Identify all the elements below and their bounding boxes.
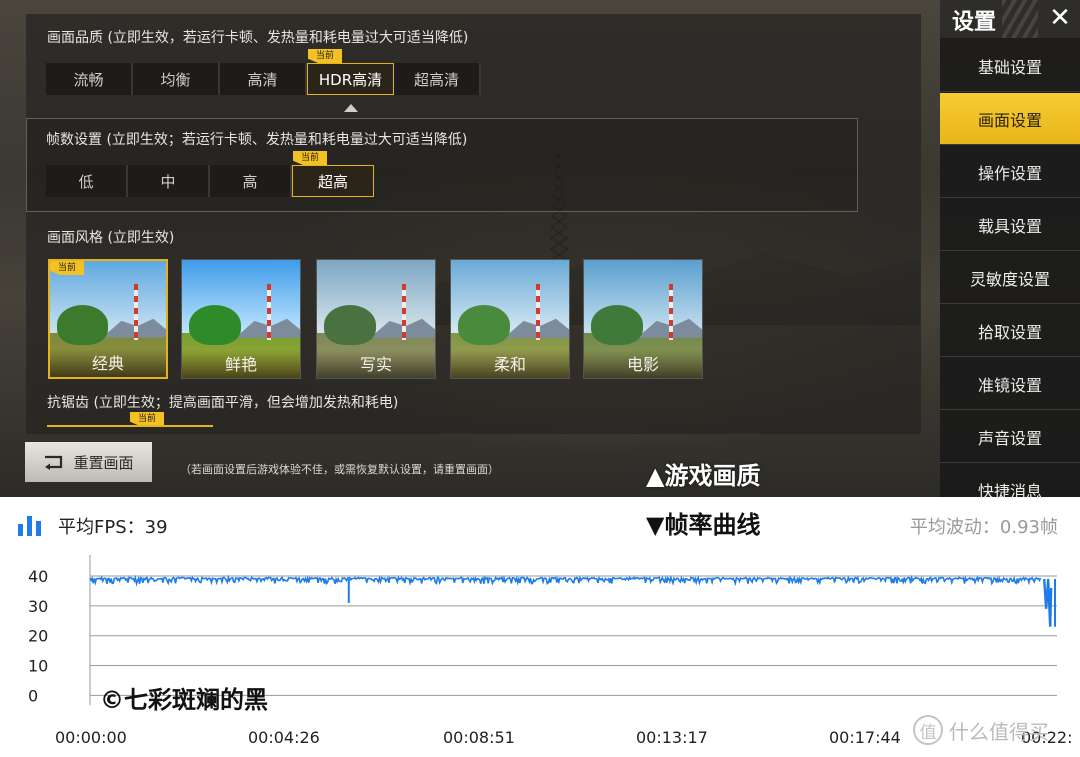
sidebar-header: 设置 ✕ — [940, 0, 1080, 38]
sidebar-item[interactable]: 快捷消息 — [940, 464, 1080, 498]
preview-tree — [591, 304, 643, 345]
bar-chart-icon — [18, 516, 41, 536]
quality-option[interactable]: 超高清 — [394, 63, 481, 95]
fps-selector: 低 中 高 超高 当前 — [46, 151, 374, 197]
sidebar-item[interactable]: 准镜设置 — [940, 358, 1080, 410]
preview-radio-tower — [133, 284, 138, 340]
reset-button-label: 重置画面 — [73, 453, 134, 472]
game-settings-screen: 画面品质 (立即生效，若运行卡顿、发热量和耗电量过大可适当降低) 流畅 均衡 高清 H… — [0, 0, 1080, 497]
fps-end-drop — [1042, 578, 1053, 627]
style-option-label: 写实 — [317, 350, 435, 378]
y-tick-label: 30 — [28, 597, 48, 616]
fps-option[interactable]: 高 — [210, 165, 292, 197]
current-badge: 当前 — [293, 151, 328, 165]
quality-option-label: HDR高清 — [318, 70, 383, 89]
style-option[interactable]: 写实 — [316, 259, 436, 379]
site-logo-text: 什么值得买 — [949, 719, 1049, 744]
sidebar-item[interactable]: 操作设置 — [940, 146, 1080, 198]
y-tick-label: 10 — [28, 657, 48, 676]
average-fluctuation: 平均波动：0.93帧 — [909, 517, 1058, 538]
fps-option-label: 高 — [242, 172, 258, 191]
quality-selector: 流畅 均衡 高清 HDR高清 当前超高清 — [46, 49, 481, 95]
close-icon[interactable]: ✕ — [1044, 2, 1076, 34]
fps-option[interactable]: 中 — [128, 165, 210, 197]
reset-graphics-button[interactable]: 重置画面 — [25, 442, 152, 482]
style-option-label: 电影 — [584, 350, 702, 378]
average-fps: 平均FPS：39 — [58, 517, 168, 538]
quality-option[interactable]: 均衡 — [133, 63, 220, 95]
game-quality-caption: ▲游戏画质 — [646, 462, 761, 490]
settings-sidebar: 设置 ✕ 基础设置 画面设置 操作设置 载具设置 灵敏度设置 拾取设置 准镜设置 声音设置 快捷… — [940, 0, 1080, 497]
fps-option[interactable]: 低 — [46, 165, 128, 197]
style-option-label: 柔和 — [451, 350, 569, 378]
header-stripe — [1002, 0, 1038, 38]
preview-radio-tower — [401, 283, 406, 341]
sidebar-item[interactable]: 载具设置 — [940, 199, 1080, 251]
preview-tree — [189, 304, 241, 345]
sidebar-item[interactable]: 声音设置 — [940, 411, 1080, 463]
y-tick-label: 40 — [28, 567, 48, 586]
quality-option-label: 流畅 — [73, 70, 104, 89]
preview-radio-tower — [668, 283, 673, 341]
sidebar-item[interactable]: 灵敏度设置 — [940, 252, 1080, 304]
style-label: 画面风格 (立即生效) — [47, 230, 175, 246]
style-option-label: 鲜艳 — [182, 350, 300, 378]
fps-option-label: 中 — [160, 172, 176, 191]
reset-hint: （若画面设置后游戏体验不佳，或需恢复默认设置，请重置画面） — [180, 463, 499, 476]
quality-label: 画面品质 (立即生效，若运行卡顿、发热量和耗电量过大可适当降低) — [47, 30, 469, 46]
antialias-selected-indicator — [47, 425, 213, 427]
y-tick-label: 0 — [28, 686, 38, 705]
fps-label: 帧数设置 (立即生效；若运行卡顿、发热量和耗电量过大可适当降低) — [46, 132, 468, 148]
fps-curve-caption: ▼帧率曲线 — [646, 511, 761, 539]
site-logo-icon: 值 — [913, 715, 943, 745]
preview-tree — [324, 304, 376, 345]
caret-up-icon — [344, 104, 358, 112]
preview-radio-tower — [535, 283, 540, 341]
preview-radio-tower — [266, 283, 271, 341]
y-tick-label: 20 — [28, 627, 48, 646]
style-option[interactable]: 柔和 — [450, 259, 570, 379]
quality-option-label: 高清 — [247, 70, 278, 89]
author-watermark: ©七彩斑斓的黑 — [100, 686, 268, 714]
quality-option[interactable]: 流畅 — [46, 63, 133, 95]
style-option-label: 经典 — [50, 349, 166, 377]
reset-icon — [45, 455, 63, 470]
quality-option-label: 超高清 — [413, 70, 459, 89]
current-badge: 当前 — [308, 49, 343, 63]
x-tick-label: 00:00:00 — [55, 728, 127, 747]
x-tick-label: 00:17:44 — [829, 728, 901, 747]
fps-option[interactable]: 超高 当前 — [292, 151, 374, 197]
quality-option[interactable]: HDR高清 当前 — [307, 49, 394, 95]
sidebar-title: 设置 — [952, 10, 997, 35]
style-option[interactable]: 鲜艳 — [181, 259, 301, 379]
current-badge: 当前 — [130, 412, 165, 426]
fps-series-line — [89, 574, 1042, 587]
x-tick-label: 00:08:51 — [443, 728, 515, 747]
preview-tree — [56, 305, 108, 345]
antialias-label: 抗锯齿 (立即生效；提高画面平滑，但会增加发热和耗电) — [47, 395, 399, 411]
sidebar-item[interactable]: 拾取设置 — [940, 305, 1080, 357]
sidebar-item[interactable]: 画面设置 — [940, 93, 1080, 145]
preview-tree — [458, 304, 510, 345]
current-badge: 当前 — [50, 261, 85, 275]
site-logo: 值 什么值得买 — [913, 710, 1073, 750]
sidebar-item[interactable]: 基础设置 — [940, 40, 1080, 92]
x-tick-label: 00:04:26 — [248, 728, 320, 747]
style-option[interactable]: 经典 当前 — [48, 259, 168, 379]
style-option[interactable]: 电影 — [583, 259, 703, 379]
fps-option-label: 低 — [78, 172, 94, 191]
x-tick-label: 00:13:17 — [636, 728, 708, 747]
quality-option[interactable]: 高清 — [220, 63, 307, 95]
fps-option-label: 超高 — [317, 172, 348, 191]
quality-option-label: 均衡 — [160, 70, 191, 89]
